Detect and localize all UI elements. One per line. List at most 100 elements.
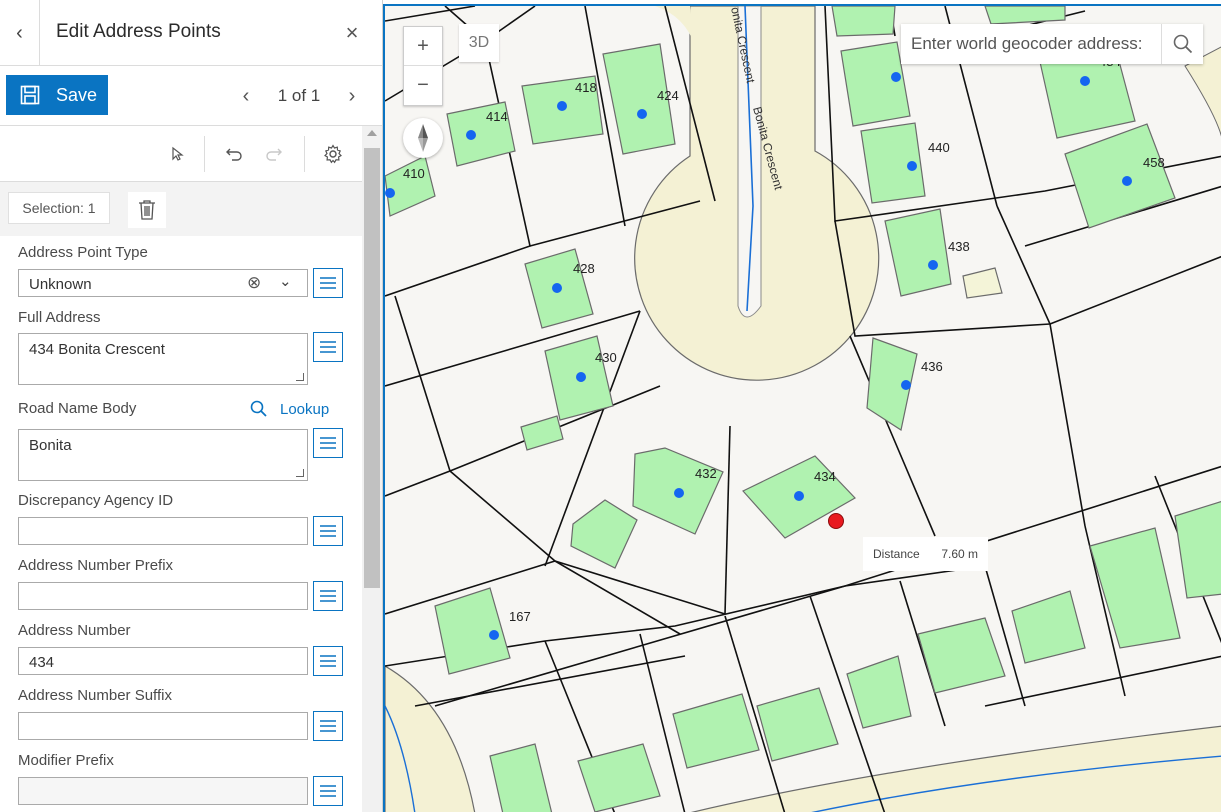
form-fields: Address Point Type Unknown ⊗ ⌄ Full Addr… [0, 236, 362, 812]
address-point[interactable] [489, 630, 499, 640]
redo-icon [266, 148, 282, 161]
panel-scrollbar[interactable] [362, 126, 382, 812]
compass-button[interactable] [403, 118, 443, 158]
address-point[interactable] [674, 488, 684, 498]
close-button[interactable]: × [338, 18, 366, 48]
address-point[interactable] [385, 188, 395, 198]
trash-icon [139, 200, 155, 220]
parcel-map[interactable]: 410 414 418 424 428 430 432 434 436 438 … [385, 6, 1221, 812]
scroll-up-arrow[interactable] [367, 130, 377, 136]
lookup-button[interactable]: Lookup [250, 400, 329, 418]
undo-icon [226, 148, 242, 161]
field-menu-button[interactable] [313, 332, 343, 362]
redo-button[interactable] [260, 140, 288, 168]
geocoder-search[interactable]: Enter world geocoder address: [901, 24, 1203, 64]
address-point[interactable] [901, 380, 911, 390]
pager-text: 1 of 1 [277, 86, 321, 105]
list-icon [320, 590, 336, 602]
address-point[interactable] [891, 72, 901, 82]
address-point[interactable] [1080, 76, 1090, 86]
field-menu-button[interactable] [313, 776, 343, 806]
building [1174, 500, 1221, 599]
field-label: Modifier Prefix [18, 752, 114, 769]
field-menu-button[interactable] [313, 711, 343, 741]
address-point[interactable] [907, 161, 917, 171]
lot-label: 418 [575, 80, 597, 95]
field-label: Address Number [18, 622, 131, 639]
edit-toolbar [0, 126, 362, 182]
lot-label: 436 [921, 359, 943, 374]
address-point[interactable] [928, 260, 938, 270]
select-tool-button[interactable] [163, 140, 191, 168]
list-icon [320, 655, 336, 667]
number-prefix-field[interactable] [18, 582, 308, 610]
back-button[interactable]: ‹ [0, 0, 40, 66]
distance-tooltip: Distance 7.60 m [863, 537, 988, 571]
field-label: Address Number Prefix [18, 557, 174, 574]
gear-icon [324, 144, 342, 164]
zoom-out-button[interactable]: − [404, 66, 442, 105]
clear-icon[interactable]: ⊗ [247, 273, 261, 293]
attribute-form: Selection: 1 Address Point Type Unknown … [0, 182, 362, 812]
compass-icon [418, 124, 428, 152]
field-menu-button[interactable] [313, 581, 343, 611]
address-point[interactable] [557, 101, 567, 111]
lot-label: 167 [509, 609, 531, 624]
lot-label: 414 [486, 109, 508, 124]
field-menu-button[interactable] [313, 268, 343, 298]
address-point[interactable] [637, 109, 647, 119]
full-address-field[interactable]: 434 Bonita Crescent [18, 333, 308, 385]
field-label: Road Name Body [18, 400, 137, 417]
distance-value: 7.60 m [941, 547, 978, 561]
lot-label: 458 [1143, 155, 1165, 170]
chevron-down-icon[interactable]: ⌄ [279, 272, 292, 290]
map-view[interactable]: 410 414 418 424 428 430 432 434 436 438 … [383, 4, 1221, 812]
close-icon: × [345, 20, 359, 45]
list-icon [320, 341, 336, 353]
building [570, 499, 638, 569]
number-suffix-field[interactable] [18, 712, 308, 740]
panel-title: Edit Address Points [56, 21, 221, 42]
address-point[interactable] [576, 372, 586, 382]
address-point[interactable] [1122, 176, 1132, 186]
scrollbar-thumb[interactable] [364, 148, 380, 588]
previous-button[interactable]: ‹ [236, 85, 256, 108]
modifier-prefix-field[interactable] [18, 777, 308, 805]
selection-count-button[interactable]: Selection: 1 [8, 192, 110, 224]
building [846, 655, 912, 729]
zoom-in-button[interactable]: + [404, 27, 442, 66]
save-label: Save [56, 84, 98, 105]
next-button[interactable]: › [342, 85, 362, 108]
selected-point-marker[interactable] [828, 513, 844, 529]
address-type-select[interactable]: Unknown ⊗ ⌄ [18, 269, 308, 297]
undo-button[interactable] [220, 140, 248, 168]
lookup-label: Lookup [280, 400, 330, 418]
action-bar: Save ‹ 1 of 1 › [0, 66, 382, 126]
building [1089, 527, 1181, 649]
list-icon [320, 720, 336, 732]
resize-handle-icon[interactable] [296, 469, 304, 477]
building [434, 587, 511, 675]
address-point[interactable] [794, 491, 804, 501]
lot-label: 424 [657, 88, 679, 103]
field-menu-button[interactable] [313, 646, 343, 676]
delete-button[interactable] [128, 192, 166, 228]
building [831, 6, 896, 37]
settings-button[interactable] [319, 140, 347, 168]
3d-toggle-button[interactable]: 3D [459, 24, 499, 62]
address-number-field[interactable]: 434 [18, 647, 308, 675]
search-input[interactable]: Enter world geocoder address: [901, 34, 1161, 54]
building [840, 41, 911, 127]
floppy-disk-icon [20, 85, 40, 105]
address-point[interactable] [466, 130, 476, 140]
lot-label: 434 [814, 469, 836, 484]
shed [962, 267, 1003, 299]
save-button[interactable]: Save [6, 75, 108, 115]
road-name-field[interactable]: Bonita [18, 429, 308, 481]
field-menu-button[interactable] [313, 516, 343, 546]
discrepancy-id-field[interactable] [18, 517, 308, 545]
resize-handle-icon[interactable] [296, 373, 304, 381]
field-menu-button[interactable] [313, 428, 343, 458]
address-point[interactable] [552, 283, 562, 293]
search-button[interactable] [1161, 24, 1203, 64]
